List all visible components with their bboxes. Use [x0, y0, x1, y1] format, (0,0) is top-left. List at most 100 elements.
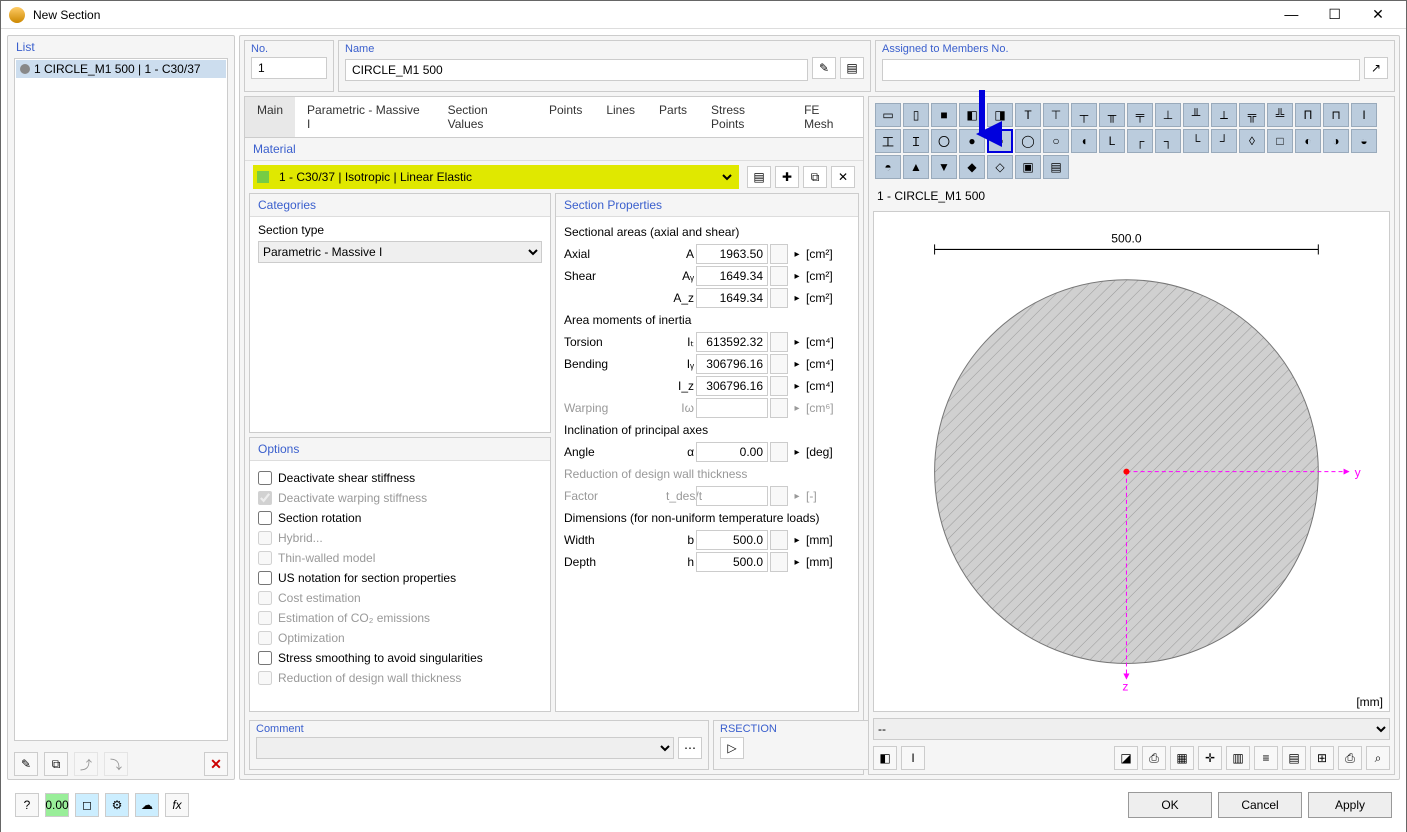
shape-button-5[interactable]: T [1015, 103, 1041, 127]
shape-button-38[interactable]: ▼ [931, 155, 957, 179]
close-button[interactable]: ✕ [1358, 6, 1398, 23]
section-type-select[interactable]: Parametric - Massive I [258, 241, 542, 263]
misc3-button[interactable]: ⊞ [1310, 746, 1334, 770]
grid-button[interactable]: ▦ [1170, 746, 1194, 770]
view1-button[interactable]: ◪ [1114, 746, 1138, 770]
stress-button[interactable]: ▥ [1226, 746, 1250, 770]
shape-button-34[interactable]: ◑ [1323, 129, 1349, 153]
shape-button-13[interactable]: ╦ [1239, 103, 1265, 127]
preview-canvas[interactable]: 500.0 y z [mm] [873, 211, 1390, 712]
shape-button-32[interactable]: □ [1267, 129, 1293, 153]
misc1-button[interactable]: ≡ [1254, 746, 1278, 770]
shape-button-15[interactable]: Π [1295, 103, 1321, 127]
prop-row[interactable]: AxialA1963.50▸[cm²] [556, 243, 858, 265]
shape-button-16[interactable]: ⊓ [1323, 103, 1349, 127]
tab-parametric[interactable]: Parametric - Massive I [295, 97, 436, 137]
minimize-button[interactable]: — [1271, 6, 1311, 22]
print-button[interactable]: ⎙ [1142, 746, 1166, 770]
material-select[interactable]: 1 - C30/37 | Isotropic | Linear Elastic [275, 169, 735, 185]
edit-name-button[interactable]: ✎ [812, 57, 836, 79]
pick-member-button[interactable]: ↗ [1364, 57, 1388, 79]
shape-button-22[interactable]: ○ [987, 129, 1013, 153]
up-button[interactable]: ⤴ [74, 752, 98, 776]
option-us-notation-for-section-properties[interactable]: US notation for section properties [258, 571, 542, 585]
shape-button-19[interactable]: Ｉ [903, 129, 929, 153]
material-copy-button[interactable]: ⧉ [803, 166, 827, 188]
shape-button-2[interactable]: ■ [931, 103, 957, 127]
label-button[interactable]: I [901, 746, 925, 770]
option-deactivate-shear-stiffness[interactable]: Deactivate shear stiffness [258, 471, 542, 485]
shape-button-40[interactable]: ◇ [987, 155, 1013, 179]
down-button[interactable]: ⤵ [104, 752, 128, 776]
axes-button[interactable]: ✛ [1198, 746, 1222, 770]
shape-button-30[interactable]: ┘ [1211, 129, 1237, 153]
rsection-button[interactable]: ▷ [720, 737, 744, 759]
shape-button-36[interactable]: ◓ [875, 155, 901, 179]
tab-section-values[interactable]: Section Values [436, 97, 537, 137]
shape-button-39[interactable]: ◆ [959, 155, 985, 179]
shape-button-29[interactable]: └ [1183, 129, 1209, 153]
no-input[interactable] [251, 57, 327, 79]
shape-button-27[interactable]: ┌ [1127, 129, 1153, 153]
prop-row[interactable]: TorsionIₜ613592.32▸[cm⁴] [556, 331, 858, 353]
prop-row[interactable]: Depthh500.0▸[mm] [556, 551, 858, 573]
shape-button-25[interactable]: ◖ [1071, 129, 1097, 153]
shape-button-35[interactable]: ◒ [1351, 129, 1377, 153]
shape-button-31[interactable]: ◊ [1239, 129, 1265, 153]
material-lib-button[interactable]: ▤ [747, 166, 771, 188]
list-item[interactable]: 1 CIRCLE_M1 500 | 1 - C30/37 [16, 60, 226, 78]
ok-button[interactable]: OK [1128, 792, 1212, 818]
shape-button-37[interactable]: ▲ [903, 155, 929, 179]
render-button[interactable]: ◧ [873, 746, 897, 770]
option-stress-smoothing-to-avoid-singularities[interactable]: Stress smoothing to avoid singularities [258, 651, 542, 665]
prop-row[interactable]: I_z306796.16▸[cm⁴] [556, 375, 858, 397]
tab-lines[interactable]: Lines [594, 97, 647, 137]
shape-button-18[interactable]: 工 [875, 129, 901, 153]
assigned-input[interactable] [882, 59, 1360, 81]
maximize-button[interactable]: ☐ [1315, 6, 1355, 23]
shape-button-14[interactable]: ╩ [1267, 103, 1293, 127]
tab-femesh[interactable]: FE Mesh [792, 97, 863, 137]
prop-row[interactable]: A_z1649.34▸[cm²] [556, 287, 858, 309]
shape-button-21[interactable]: ● [959, 129, 985, 153]
material-new-button[interactable]: ✚ [775, 166, 799, 188]
shape-button-10[interactable]: ⊥ [1155, 103, 1181, 127]
shape-button-20[interactable]: 〇 [931, 129, 957, 153]
prop-row[interactable]: Factort_des/t▸[-] [556, 485, 858, 507]
misc2-button[interactable]: ▤ [1282, 746, 1306, 770]
shape-button-17[interactable]: I [1351, 103, 1377, 127]
info-button[interactable]: ☁ [135, 793, 159, 817]
library-button[interactable]: ▤ [840, 57, 864, 79]
script-button[interactable]: ⚙ [105, 793, 129, 817]
shape-button-23[interactable]: ◯ [1015, 129, 1041, 153]
shape-button-1[interactable]: ▯ [903, 103, 929, 127]
search-button[interactable]: ⌕ [1366, 746, 1390, 770]
shape-button-7[interactable]: ┬ [1071, 103, 1097, 127]
apply-button[interactable]: Apply [1308, 792, 1392, 818]
shape-button-33[interactable]: ◐ [1295, 129, 1321, 153]
new-button[interactable]: ✎ [14, 752, 38, 776]
shape-button-41[interactable]: ▣ [1015, 155, 1041, 179]
shape-button-4[interactable]: ◨ [987, 103, 1013, 127]
misc4-button[interactable]: ⎙ [1338, 746, 1362, 770]
shape-button-9[interactable]: ╤ [1127, 103, 1153, 127]
comment-button[interactable]: ⋯ [678, 737, 702, 759]
shape-button-6[interactable]: ⊤ [1043, 103, 1069, 127]
shape-button-8[interactable]: ╥ [1099, 103, 1125, 127]
fx-button[interactable]: fx [165, 793, 189, 817]
tab-parts[interactable]: Parts [647, 97, 699, 137]
material-del-button[interactable]: ✕ [831, 166, 855, 188]
shape-button-24[interactable]: ○ [1043, 129, 1069, 153]
name-input[interactable] [345, 59, 808, 81]
shape-button-3[interactable]: ◧ [959, 103, 985, 127]
cancel-button[interactable]: Cancel [1218, 792, 1302, 818]
prop-row[interactable]: Angleα0.00▸[deg] [556, 441, 858, 463]
tab-points[interactable]: Points [537, 97, 594, 137]
option-section-rotation[interactable]: Section rotation [258, 511, 542, 525]
prop-row[interactable]: ShearAᵧ1649.34▸[cm²] [556, 265, 858, 287]
view-button[interactable]: ◻ [75, 793, 99, 817]
prop-row[interactable]: BendingIᵧ306796.16▸[cm⁴] [556, 353, 858, 375]
preview-select[interactable]: -- [873, 718, 1390, 740]
comment-select[interactable] [256, 737, 674, 759]
prop-row[interactable]: WarpingIω▸[cm⁶] [556, 397, 858, 419]
